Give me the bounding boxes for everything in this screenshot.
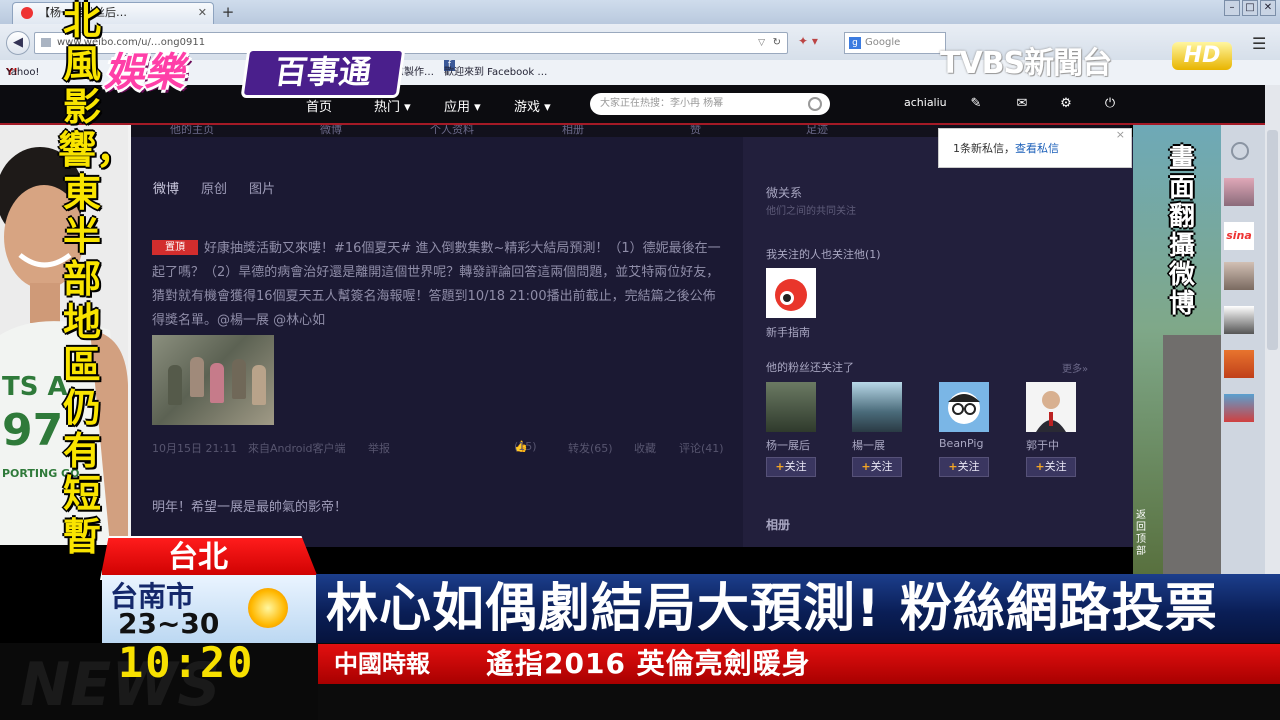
popup-close-icon[interactable]: × <box>1116 115 1125 155</box>
subnav-like[interactable]: 赞 <box>690 125 701 137</box>
settings-gear-icon[interactable]: ⚙ <box>1058 96 1074 112</box>
comment-text: 明年！希望一展是最帥氣的影帝！ <box>152 500 348 515</box>
headline-text: 林心如偶劇結局大預測! 粉絲網路投票 <box>326 579 1218 639</box>
browser-tab[interactable]: 【杨一展粉丝后… ✕ <box>12 2 214 25</box>
nav-apps[interactable]: 应用 ▾ <box>444 96 481 115</box>
show-logo-text-1: 娛樂 <box>104 50 184 96</box>
subnav-album[interactable]: 相册 <box>562 125 584 137</box>
user-name-4[interactable]: 郭于中 <box>1026 437 1059 453</box>
post-text: 好康抽獎活動又來嘍！#16個夏天# 進入倒數集數~精彩大結局預測！（1）德妮最後… <box>152 237 727 333</box>
follow-button-2[interactable]: +关注 <box>852 457 902 477</box>
close-window-icon[interactable]: ✕ <box>1260 0 1276 16</box>
strip-search-icon[interactable] <box>1231 142 1249 160</box>
vertical-news-caption: 北風影響，東半部地區仍有短暫 <box>58 0 135 559</box>
strip-thumb-5[interactable] <box>1224 394 1254 422</box>
search-engine-label: Google <box>865 37 901 48</box>
hd-badge: HD <box>1172 42 1232 70</box>
user-avatar-2[interactable] <box>852 382 902 432</box>
popup-text: 1条新私信， <box>953 142 1015 155</box>
nav-games[interactable]: 游戏 ▾ <box>514 96 551 115</box>
ticker-text: 遙指2016 英倫亮劍暖身 <box>486 647 811 680</box>
menu-icon[interactable]: ☰ <box>1252 34 1266 53</box>
user-avatar-1[interactable] <box>766 382 816 432</box>
weather-temperature: 23~30 <box>118 607 220 640</box>
show-logo-text-2: 百事通 <box>240 48 406 98</box>
tab-weibo[interactable]: 微博 <box>153 178 179 197</box>
bottom-strip <box>318 684 1280 720</box>
relation-sub: 他们之间的共同关注 <box>766 206 856 217</box>
message-icon[interactable]: ✉ <box>1014 96 1030 112</box>
addon-icon[interactable]: ✦ ▾ <box>798 34 818 48</box>
nav-home[interactable]: 首页 <box>306 96 332 115</box>
post-source[interactable]: 來自Android客户端 <box>248 440 346 456</box>
tab-original[interactable]: 原创 <box>201 178 227 197</box>
post-body: 好康抽獎活動又來嘍！#16個夏天# 進入倒數集數~精彩大結局預測！（1）德妮最後… <box>152 241 721 328</box>
url-dropdown-icon[interactable]: ▽ <box>758 33 765 53</box>
sunny-icon <box>248 588 288 628</box>
channel-logo: TVBS新聞台 <box>940 46 1112 81</box>
share-button[interactable]: 转发(65) <box>568 440 613 456</box>
post-image[interactable] <box>152 335 274 425</box>
follow-button-1[interactable]: +关注 <box>766 457 816 477</box>
subnav-footprint[interactable]: 足迹 <box>806 125 828 137</box>
back-button[interactable]: ◀ <box>6 31 30 55</box>
subnav-home[interactable]: 他的主页 <box>170 125 214 137</box>
google-icon: g <box>849 37 861 49</box>
follow-button-3[interactable]: +关注 <box>939 457 989 477</box>
report-link[interactable]: 举报 <box>368 440 390 456</box>
minimize-icon[interactable]: – <box>1224 0 1240 16</box>
weibo-search-placeholder: 大家正在热搜：李小冉 杨幂 <box>600 98 724 109</box>
user-avatar-4[interactable] <box>1026 382 1076 432</box>
weibo-favicon-icon <box>21 7 33 19</box>
tab-pictures[interactable]: 图片 <box>249 178 275 197</box>
strip-thumb-1[interactable] <box>1224 178 1254 206</box>
search-box[interactable]: g Google <box>844 32 946 54</box>
strip-thumb-3[interactable] <box>1224 306 1254 334</box>
user-name-1[interactable]: 杨一展后 <box>766 437 810 453</box>
reload-icon[interactable]: ↻ <box>773 33 781 53</box>
window-controls: – □ ✕ <box>1222 0 1276 16</box>
guide-name[interactable]: 新手指南 <box>766 324 810 340</box>
clock: 10:20 <box>118 638 255 687</box>
subnav-weibo[interactable]: 微博 <box>320 125 342 137</box>
close-tab-icon[interactable]: ✕ <box>198 3 207 23</box>
user-name-2[interactable]: 楊一展 <box>852 437 885 453</box>
more-link[interactable]: 更多» <box>1062 360 1088 375</box>
post-date[interactable]: 10月15日 21:11 <box>152 440 237 456</box>
scrollbar-thumb[interactable] <box>1267 130 1278 350</box>
strip-thumb-2[interactable] <box>1224 262 1254 290</box>
follow-button-4[interactable]: +关注 <box>1026 457 1076 477</box>
nav-hot[interactable]: 热门 ▾ <box>374 96 411 115</box>
photos-title: 相册 <box>766 518 791 532</box>
relation-title: 微关系 <box>766 186 803 200</box>
fans-follow-title: 他的粉丝还关注了 <box>766 361 854 374</box>
sina-icon[interactable]: sina <box>1224 222 1254 250</box>
follow-also-title: 我关注的人也关注他(1) <box>766 248 881 261</box>
ticker-source: 中國時報 <box>334 650 430 678</box>
maximize-icon[interactable]: □ <box>1242 0 1258 16</box>
new-message-popup: 1条新私信，查看私信 × <box>938 128 1132 168</box>
subnav-profile[interactable]: 个人资料 <box>430 125 474 137</box>
favorite-button[interactable]: 收藏 <box>634 440 656 456</box>
city-label: 台北 <box>168 540 228 575</box>
compose-icon[interactable]: ✎ <box>968 96 984 112</box>
svg-text:97: 97 <box>2 405 63 456</box>
site-identity-icon[interactable] <box>41 38 51 47</box>
comment-button[interactable]: 评论(41) <box>679 440 724 456</box>
view-messages-link[interactable]: 查看私信 <box>1015 142 1059 155</box>
weibo-search-input[interactable]: 大家正在热搜：李小冉 杨幂 <box>590 93 830 115</box>
username-link[interactable]: achialiu <box>904 96 947 109</box>
power-icon[interactable]: ⏻ <box>1102 96 1118 112</box>
guide-avatar[interactable] <box>766 268 816 318</box>
search-icon[interactable] <box>808 97 822 111</box>
new-tab-button[interactable]: + <box>218 2 238 22</box>
strip-thumb-4[interactable] <box>1224 350 1254 378</box>
user-name-3[interactable]: BeanPig <box>939 437 983 450</box>
back-to-top-button[interactable]: 返回顶部 <box>1136 510 1154 570</box>
user-avatar-3[interactable] <box>939 382 989 432</box>
screenshot-source-caption: 畫面翻攝微博 <box>1168 144 1195 319</box>
